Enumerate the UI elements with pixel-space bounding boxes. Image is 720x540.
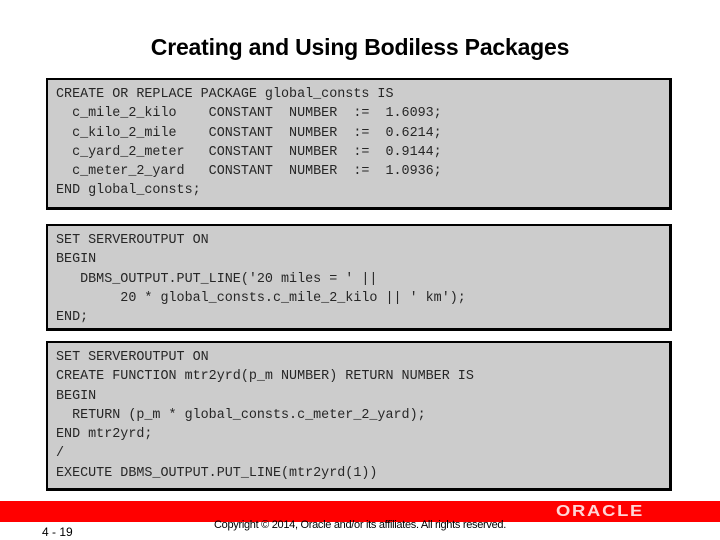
page-number: 4 - 19 — [42, 525, 73, 539]
code-block-package-spec: CREATE OR REPLACE PACKAGE global_consts … — [46, 78, 672, 210]
code-text: SET SERVEROUTPUT ON CREATE FUNCTION mtr2… — [56, 350, 474, 481]
code-block-function: SET SERVEROUTPUT ON CREATE FUNCTION mtr2… — [46, 341, 672, 491]
slide-title: Creating and Using Bodiless Packages — [150, 34, 570, 60]
code-block-anonymous-block: SET SERVEROUTPUT ON BEGIN DBMS_OUTPUT.PU… — [46, 224, 672, 331]
code-text: SET SERVEROUTPUT ON BEGIN DBMS_OUTPUT.PU… — [56, 233, 466, 326]
code-text: CREATE OR REPLACE PACKAGE global_consts … — [56, 87, 442, 199]
oracle-logo: ORACLE — [556, 503, 645, 520]
copyright-notice: Copyright © 2014, Oracle and/or its affi… — [214, 519, 506, 531]
